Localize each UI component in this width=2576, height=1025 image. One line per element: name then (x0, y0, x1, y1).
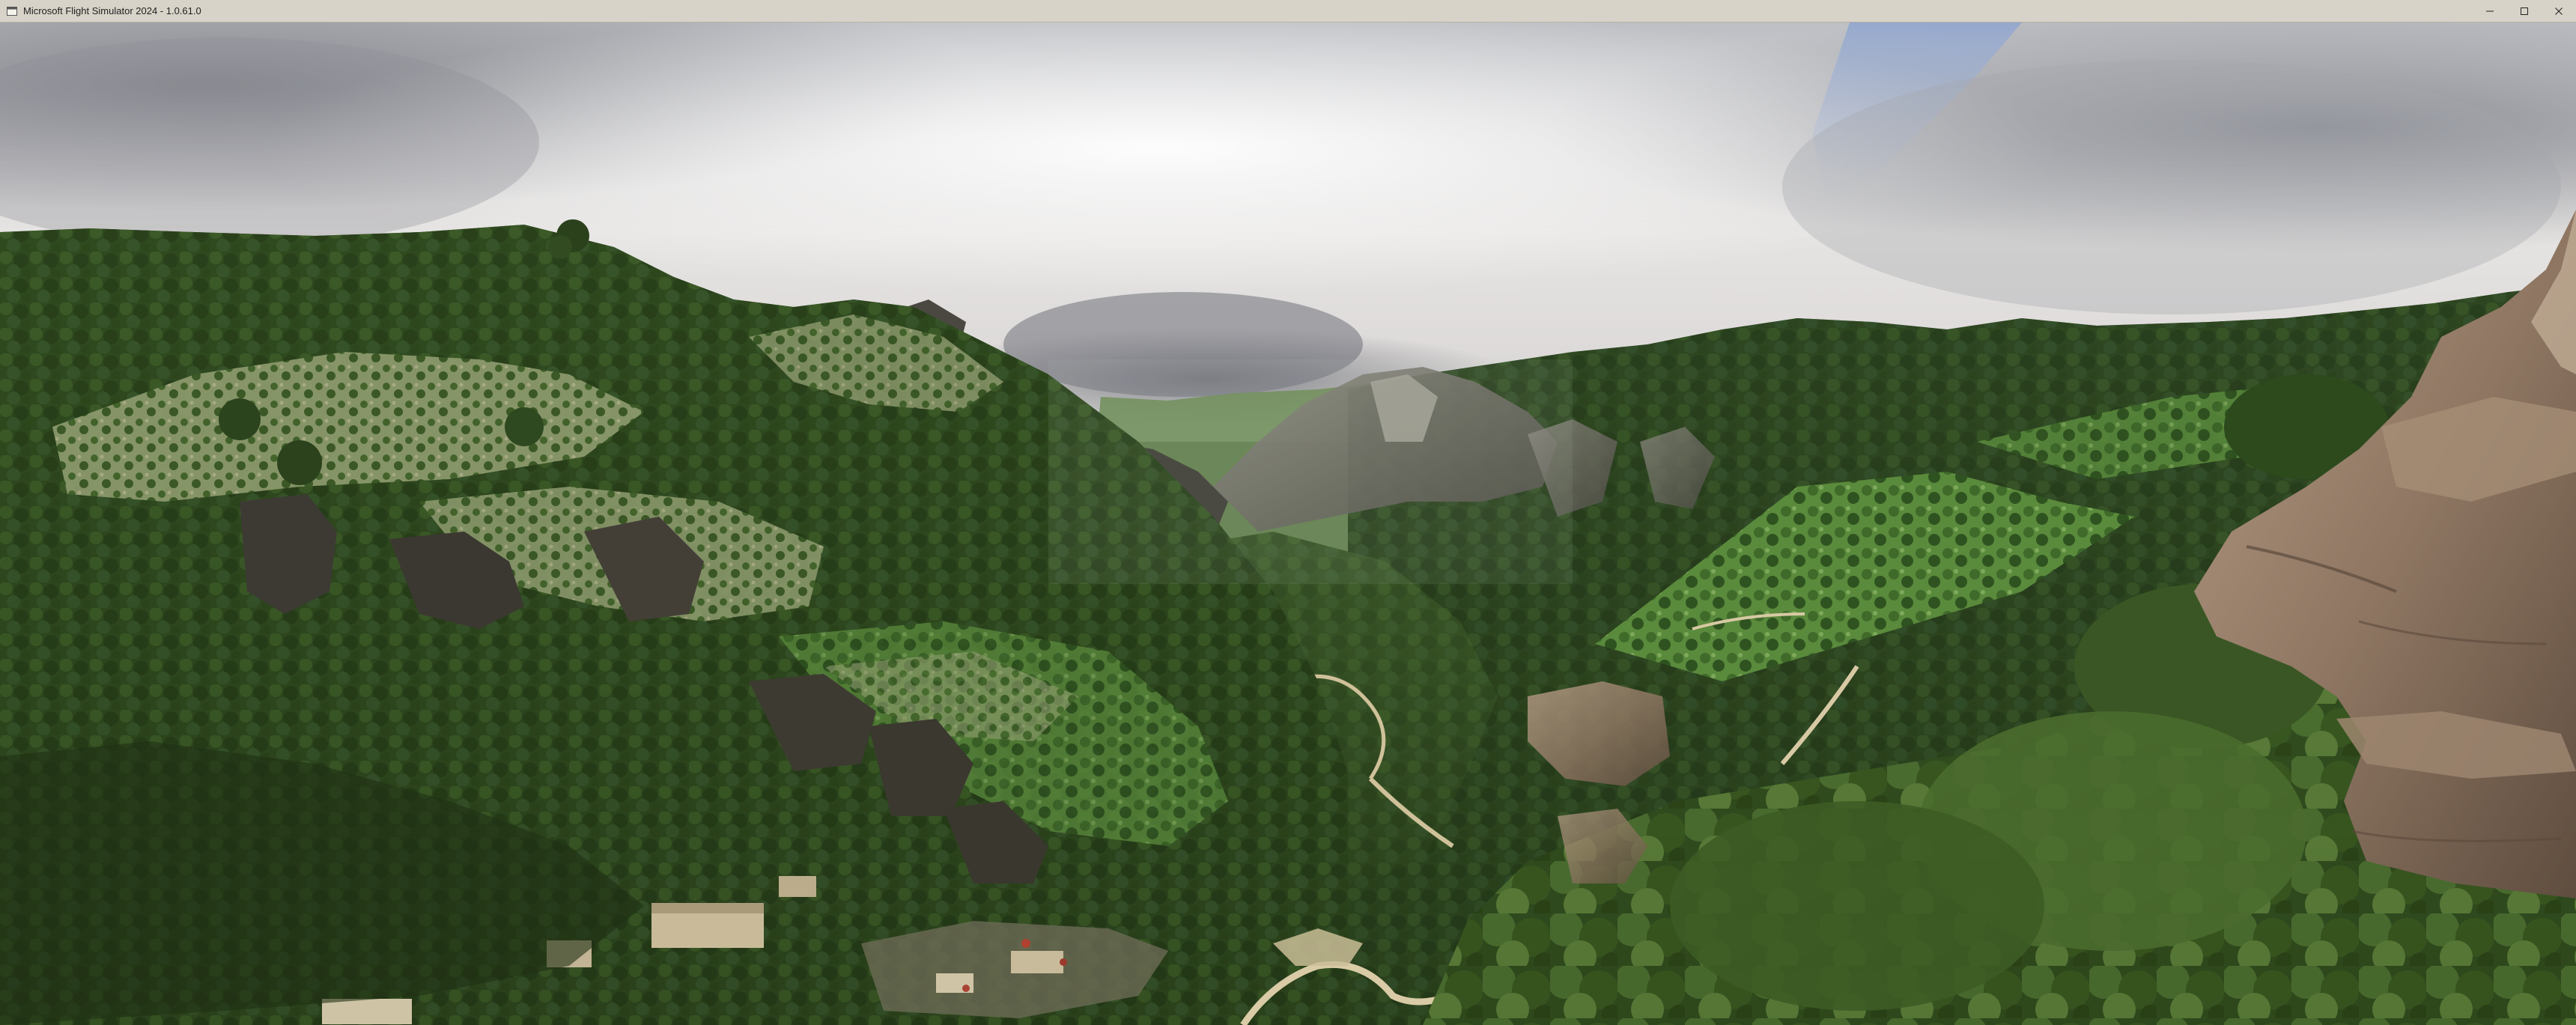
close-icon (2555, 7, 2563, 15)
minimize-button[interactable] (2473, 0, 2507, 22)
maximize-button[interactable] (2507, 0, 2542, 22)
window-title: Microsoft Flight Simulator 2024 - 1.0.61… (23, 5, 201, 16)
scenery-render (0, 22, 2576, 1025)
close-button[interactable] (2542, 0, 2576, 22)
maximize-icon (2521, 7, 2528, 15)
game-viewport[interactable] (0, 22, 2576, 1025)
title-bar[interactable]: Microsoft Flight Simulator 2024 - 1.0.61… (0, 0, 2576, 22)
window-controls (2473, 0, 2576, 22)
app-icon (7, 6, 17, 16)
app-window: Microsoft Flight Simulator 2024 - 1.0.61… (0, 0, 2576, 1025)
minimize-icon (2486, 10, 2494, 12)
